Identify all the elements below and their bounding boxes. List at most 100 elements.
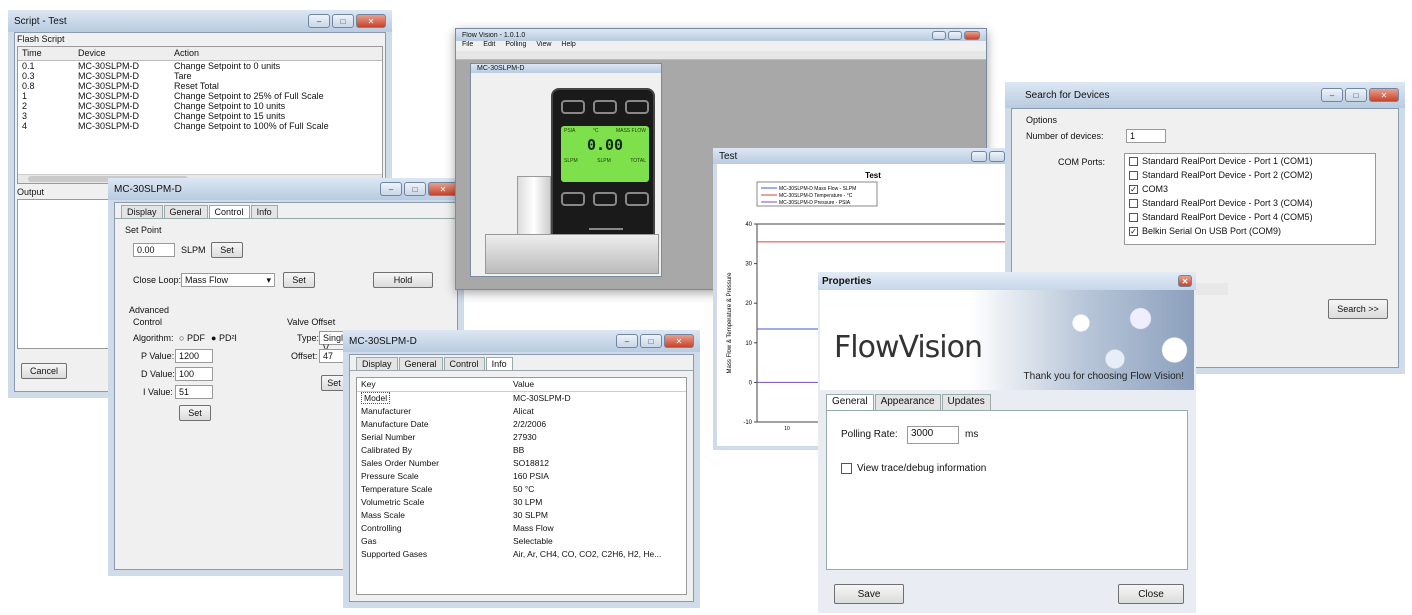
save-button[interactable]: Save — [834, 584, 904, 604]
com-port-item[interactable]: Standard RealPort Device - Port 3 (COM4) — [1125, 196, 1375, 210]
menu-polling[interactable]: Polling — [505, 41, 526, 51]
flowvision-title-bar[interactable]: Flow Vision - 1.0.1.0 — [456, 29, 986, 41]
algorithm-pdf-radio[interactable]: ○ PDF — [179, 333, 205, 343]
close-icon[interactable]: ✕ — [664, 334, 694, 348]
table-row[interactable]: Supported Gases Air, Ar, CH4, CO, CO2, C2… — [357, 547, 686, 560]
cancel-button[interactable]: Cancel — [21, 363, 67, 379]
table-row[interactable]: 2 MC-30SLPM-D Change Setpoint to 10 units — [18, 101, 382, 111]
search-button[interactable]: Search >> — [1328, 299, 1388, 319]
device-subwindow-title-bar[interactable]: MC-30SLPM-D — [471, 64, 661, 73]
algorithm-pd2i-radio[interactable]: ● PD²I — [211, 333, 237, 343]
table-row[interactable]: Calibrated By BB — [357, 443, 686, 456]
table-row[interactable]: 1 MC-30SLPM-D Change Setpoint to 25% of Fu… — [18, 91, 382, 101]
info-table[interactable]: Key Value Model MC-30SLPM-D Manufacturer A… — [356, 377, 687, 595]
com-port-checkbox[interactable]: ✓ — [1129, 226, 1138, 236]
table-row[interactable]: Mass Scale 30 SLPM — [357, 508, 686, 521]
column-header-action[interactable]: Action — [170, 47, 382, 60]
close-icon[interactable]: ✕ — [1178, 275, 1192, 287]
chart-title-bar[interactable]: Test — [713, 148, 1033, 164]
close-loop-set-button[interactable]: Set — [283, 272, 315, 288]
maximize-icon[interactable]: □ — [1345, 88, 1367, 102]
com-port-checkbox[interactable]: ✓ — [1129, 184, 1138, 194]
close-loop-select[interactable]: Mass Flow ▾ — [181, 273, 275, 287]
table-row[interactable]: Volumetric Scale 30 LPM — [357, 495, 686, 508]
tab-display[interactable]: Display — [121, 205, 163, 218]
close-button[interactable]: Close — [1118, 584, 1184, 604]
control-title-bar[interactable]: MC-30SLPM-D – □ ✕ — [108, 178, 464, 200]
minimize-icon[interactable]: – — [308, 14, 330, 28]
com-port-item[interactable]: ✓ COM3 — [1125, 182, 1375, 196]
search-title-bar[interactable]: Search for Devices – □ ✕ — [1005, 82, 1405, 108]
com-port-checkbox[interactable] — [1129, 170, 1138, 180]
setpoint-set-button[interactable]: Set — [211, 242, 243, 258]
tab-control[interactable]: Control — [208, 205, 250, 218]
table-row[interactable]: Manufacturer Alicat — [357, 404, 686, 417]
menu-view[interactable]: View — [536, 41, 551, 51]
maximize-icon[interactable] — [948, 30, 962, 40]
device-button-bottom-right[interactable] — [625, 192, 649, 206]
com-port-item[interactable]: Standard RealPort Device - Port 4 (COM5) — [1125, 210, 1375, 224]
hold-button[interactable]: Hold — [373, 272, 433, 288]
com-ports-list[interactable]: Standard RealPort Device - Port 1 (COM1)… — [1124, 153, 1376, 245]
device-button-top-middle[interactable] — [593, 100, 617, 114]
com-port-checkbox[interactable] — [1129, 198, 1138, 208]
device-button-bottom-left[interactable] — [561, 192, 585, 206]
close-icon[interactable]: ✕ — [356, 14, 386, 28]
menu-edit[interactable]: Edit — [483, 41, 495, 51]
minimize-icon[interactable] — [971, 150, 987, 162]
tab-appearance[interactable]: Appearance — [874, 394, 941, 410]
column-header-time[interactable]: Time — [18, 47, 74, 60]
maximize-icon[interactable] — [989, 150, 1005, 162]
tab-updates[interactable]: Updates — [941, 394, 991, 410]
tab-general[interactable]: General — [163, 205, 208, 218]
pid-set-button[interactable]: Set — [179, 405, 211, 421]
maximize-icon[interactable]: □ — [640, 334, 662, 348]
script-table[interactable]: Time Device Action 0.1 MC-30SLPM-D Change … — [17, 46, 383, 184]
table-row[interactable]: Gas Selectable — [357, 534, 686, 547]
table-row[interactable]: 0.8 MC-30SLPM-D Reset Total — [18, 81, 382, 91]
table-row[interactable]: Temperature Scale 50 °C — [357, 482, 686, 495]
tab-display[interactable]: Display — [356, 357, 398, 370]
maximize-icon[interactable]: □ — [404, 182, 426, 196]
device-button-top-right[interactable] — [625, 100, 649, 114]
close-icon[interactable]: ✕ — [428, 182, 458, 196]
number-of-devices-input[interactable]: 1 — [1126, 129, 1166, 143]
com-port-item[interactable]: Standard RealPort Device - Port 1 (COM1) — [1125, 154, 1375, 168]
menu-file[interactable]: File — [462, 41, 473, 51]
info-title-bar[interactable]: MC-30SLPM-D – □ ✕ — [343, 330, 700, 352]
tab-info[interactable]: Info — [485, 357, 513, 370]
maximize-icon[interactable]: □ — [332, 14, 354, 28]
table-row[interactable]: Serial Number 27930 — [357, 430, 686, 443]
table-row[interactable]: Sales Order Number SO18812 — [357, 456, 686, 469]
table-row[interactable]: Model MC-30SLPM-D — [357, 391, 686, 404]
table-row[interactable]: 3 MC-30SLPM-D Change Setpoint to 15 units — [18, 111, 382, 121]
polling-rate-input[interactable]: 3000 — [907, 426, 959, 444]
table-row[interactable]: 0.3 MC-30SLPM-D Tare — [18, 71, 382, 81]
minimize-icon[interactable]: – — [380, 182, 402, 196]
minimize-icon[interactable]: – — [1321, 88, 1343, 102]
tab-general[interactable]: General — [398, 357, 443, 370]
com-port-item[interactable]: Standard RealPort Device - Port 2 (COM2) — [1125, 168, 1375, 182]
script-title-bar[interactable]: Script - Test – □ ✕ — [8, 10, 392, 32]
com-port-checkbox[interactable] — [1129, 156, 1138, 166]
close-icon[interactable]: ✕ — [1369, 88, 1399, 102]
table-row[interactable]: Manufacture Date 2/2/2006 — [357, 417, 686, 430]
minimize-icon[interactable]: – — [616, 334, 638, 348]
p-value-input[interactable]: 1200 — [175, 349, 213, 363]
table-row[interactable]: 0.1 MC-30SLPM-D Change Setpoint to 0 units — [18, 60, 382, 71]
device-button-bottom-middle[interactable] — [593, 192, 617, 206]
tab-info[interactable]: Info — [250, 205, 278, 218]
column-header-key[interactable]: Key — [357, 378, 509, 391]
i-value-input[interactable]: 51 — [175, 385, 213, 399]
com-port-item[interactable]: ✓ Belkin Serial On USB Port (COM9) — [1125, 224, 1375, 238]
flowvision-toolbar[interactable] — [456, 51, 986, 60]
device-button-top-left[interactable] — [561, 100, 585, 114]
tab-control[interactable]: Control — [443, 357, 485, 370]
com-port-checkbox[interactable] — [1129, 212, 1138, 222]
d-value-input[interactable]: 100 — [175, 367, 213, 381]
close-icon[interactable] — [964, 30, 980, 40]
column-header-value[interactable]: Value — [509, 378, 686, 391]
table-row[interactable]: 4 MC-30SLPM-D Change Setpoint to 100% of F… — [18, 121, 382, 131]
table-row[interactable]: Controlling Mass Flow — [357, 521, 686, 534]
table-row[interactable]: Pressure Scale 160 PSIA — [357, 469, 686, 482]
